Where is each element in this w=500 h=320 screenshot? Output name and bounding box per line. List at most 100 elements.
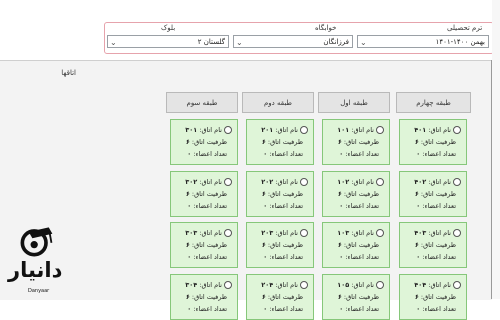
room-card[interactable]: نام اتاق: ۴۰۳ ظرفیت اتاق: ۶ تعداد اعضاء: ۰: [399, 222, 467, 268]
room-radio[interactable]: [376, 178, 384, 186]
members-label: تعداد اعضاء:: [269, 253, 303, 261]
block-value: گلستان ۲: [197, 38, 225, 46]
room-members-line: تعداد اعضاء: ۰: [263, 150, 303, 158]
capacity-label: ظرفیت اتاق:: [343, 293, 379, 301]
room-capacity-line: ظرفیت اتاق: ۶: [338, 293, 379, 301]
room-card[interactable]: نام اتاق: ۲۰۱ ظرفیت اتاق: ۶ تعداد اعضاء: ۰: [246, 119, 314, 165]
page-edge: [492, 0, 500, 299]
room-members-line: تعداد اعضاء: ۰: [187, 305, 227, 313]
members-value: ۰: [263, 253, 268, 261]
capacity-label: ظرفیت اتاق:: [267, 241, 303, 249]
room-card[interactable]: نام اتاق: ۳۰۲ ظرفیت اتاق: ۶ تعداد اعضاء: ۰: [170, 171, 238, 217]
room-radio[interactable]: [300, 229, 308, 237]
members-label: تعداد اعضاء:: [345, 253, 379, 261]
room-card[interactable]: نام اتاق: ۱۰۳ ظرفیت اتاق: ۶ تعداد اعضاء: ۰: [322, 222, 390, 268]
room-capacity-line: ظرفیت اتاق: ۶: [262, 138, 303, 146]
room-radio[interactable]: [224, 126, 232, 134]
room-card[interactable]: نام اتاق: ۴۰۴ ظرفیت اتاق: ۶ تعداد اعضاء: ۰: [399, 274, 467, 320]
room-capacity-line: ظرفیت اتاق: ۶: [186, 293, 227, 301]
room-radio[interactable]: [300, 178, 308, 186]
members-label: تعداد اعضاء:: [193, 202, 227, 210]
room-number: ۲۰۱: [261, 126, 274, 134]
room-card[interactable]: نام اتاق: ۲۰۲ ظرفیت اتاق: ۶ تعداد اعضاء: ۰: [246, 171, 314, 217]
room-card[interactable]: نام اتاق: ۳۰۱ ظرفیت اتاق: ۶ تعداد اعضاء: ۰: [170, 119, 238, 165]
room-radio[interactable]: [453, 229, 461, 237]
room-members-line: تعداد اعضاء: ۰: [187, 253, 227, 261]
room-members-line: تعداد اعضاء: ۰: [339, 253, 379, 261]
members-label: تعداد اعضاء:: [345, 305, 379, 313]
room-members-line: تعداد اعضاء: ۰: [416, 253, 456, 261]
watermark-logo: [6, 218, 78, 296]
room-members-line: تعداد اعضاء: ۰: [416, 305, 456, 313]
room-radio[interactable]: [376, 229, 384, 237]
room-name-line: نام اتاق: ۳۰۲: [185, 178, 232, 186]
filter-panel: ترم تحصیلی خوابگاه بلوک ⌄ بهمن ۱۴۰۰-۱۴۰۱…: [104, 22, 494, 54]
members-value: ۰: [339, 253, 344, 261]
room-number: ۱۰۵: [337, 281, 350, 289]
capacity-value: ۶: [414, 138, 419, 146]
capacity-value: ۶: [337, 293, 342, 301]
members-value: ۰: [263, 150, 268, 158]
members-label: تعداد اعضاء:: [422, 305, 456, 313]
room-radio[interactable]: [453, 178, 461, 186]
term-select[interactable]: ⌄ بهمن ۱۴۰۰-۱۴۰۱: [357, 35, 489, 48]
room-card[interactable]: نام اتاق: ۴۰۱ ظرفیت اتاق: ۶ تعداد اعضاء: ۰: [399, 119, 467, 165]
room-card[interactable]: نام اتاق: ۳۰۳ ظرفیت اتاق: ۶ تعداد اعضاء: ۰: [170, 222, 238, 268]
room-card[interactable]: نام اتاق: ۳۰۴ ظرفیت اتاق: ۶ تعداد اعضاء: ۰: [170, 274, 238, 320]
block-select[interactable]: ⌄ گلستان ۲: [107, 35, 229, 48]
room-radio[interactable]: [300, 126, 308, 134]
room-radio[interactable]: [300, 281, 308, 289]
rooms-title: اتاقها: [61, 69, 76, 77]
room-radio[interactable]: [376, 126, 384, 134]
floor-header-1: طبقه اول: [318, 92, 390, 113]
dorm-select[interactable]: ⌄ فرزانگان: [233, 35, 353, 48]
room-radio[interactable]: [224, 281, 232, 289]
room-radio[interactable]: [453, 281, 461, 289]
room-radio[interactable]: [376, 281, 384, 289]
members-label: تعداد اعضاء:: [422, 253, 456, 261]
capacity-label: ظرفیت اتاق:: [420, 190, 456, 198]
members-label: تعداد اعضاء:: [193, 150, 227, 158]
capacity-label: ظرفیت اتاق:: [420, 138, 456, 146]
capacity-value: ۶: [337, 190, 342, 198]
room-name-label: نام اتاق:: [351, 281, 374, 289]
room-card[interactable]: نام اتاق: ۱۰۱ ظرفیت اتاق: ۶ تعداد اعضاء: ۰: [322, 119, 390, 165]
capacity-label: ظرفیت اتاق:: [343, 241, 379, 249]
room-number: ۱۰۳: [337, 229, 350, 237]
members-label: تعداد اعضاء:: [422, 150, 456, 158]
capacity-value: ۶: [414, 293, 419, 301]
room-members-line: تعداد اعضاء: ۰: [263, 202, 303, 210]
dorm-label: خوابگاه: [315, 24, 337, 32]
room-name-line: نام اتاق: ۱۰۵: [337, 281, 384, 289]
room-radio[interactable]: [224, 229, 232, 237]
room-capacity-line: ظرفیت اتاق: ۶: [338, 190, 379, 198]
members-value: ۰: [187, 305, 192, 313]
block-label: بلوک: [161, 24, 176, 32]
term-value: بهمن ۱۴۰۰-۱۴۰۱: [435, 38, 485, 46]
room-card[interactable]: نام اتاق: ۱۰۲ ظرفیت اتاق: ۶ تعداد اعضاء: ۰: [322, 171, 390, 217]
members-value: ۰: [339, 202, 344, 210]
room-number: ۳۰۱: [185, 126, 198, 134]
capacity-value: ۶: [185, 241, 190, 249]
capacity-label: ظرفیت اتاق:: [343, 138, 379, 146]
room-name-line: نام اتاق: ۱۰۲: [337, 178, 384, 186]
room-capacity-line: ظرفیت اتاق: ۶: [415, 138, 456, 146]
room-card[interactable]: نام اتاق: ۲۰۳ ظرفیت اتاق: ۶ تعداد اعضاء: ۰: [246, 222, 314, 268]
members-value: ۰: [187, 253, 192, 261]
members-value: ۰: [416, 202, 421, 210]
room-name-label: نام اتاق:: [199, 229, 222, 237]
room-card[interactable]: نام اتاق: ۴۰۲ ظرفیت اتاق: ۶ تعداد اعضاء: ۰: [399, 171, 467, 217]
room-number: ۳۰۲: [185, 178, 198, 186]
room-card[interactable]: نام اتاق: ۲۰۴ ظرفیت اتاق: ۶ تعداد اعضاء: ۰: [246, 274, 314, 320]
room-radio[interactable]: [224, 178, 232, 186]
room-number: ۳۰۳: [185, 229, 198, 237]
room-card[interactable]: نام اتاق: ۱۰۵ ظرفیت اتاق: ۶ تعداد اعضاء: ۰: [322, 274, 390, 320]
room-members-line: تعداد اعضاء: ۰: [416, 202, 456, 210]
room-number: ۱۰۱: [337, 126, 350, 134]
room-name-label: نام اتاق:: [275, 229, 298, 237]
room-name-label: نام اتاق:: [199, 178, 222, 186]
room-name-line: نام اتاق: ۲۰۲: [261, 178, 308, 186]
room-capacity-line: ظرفیت اتاق: ۶: [186, 241, 227, 249]
room-members-line: تعداد اعضاء: ۰: [263, 305, 303, 313]
room-radio[interactable]: [453, 126, 461, 134]
